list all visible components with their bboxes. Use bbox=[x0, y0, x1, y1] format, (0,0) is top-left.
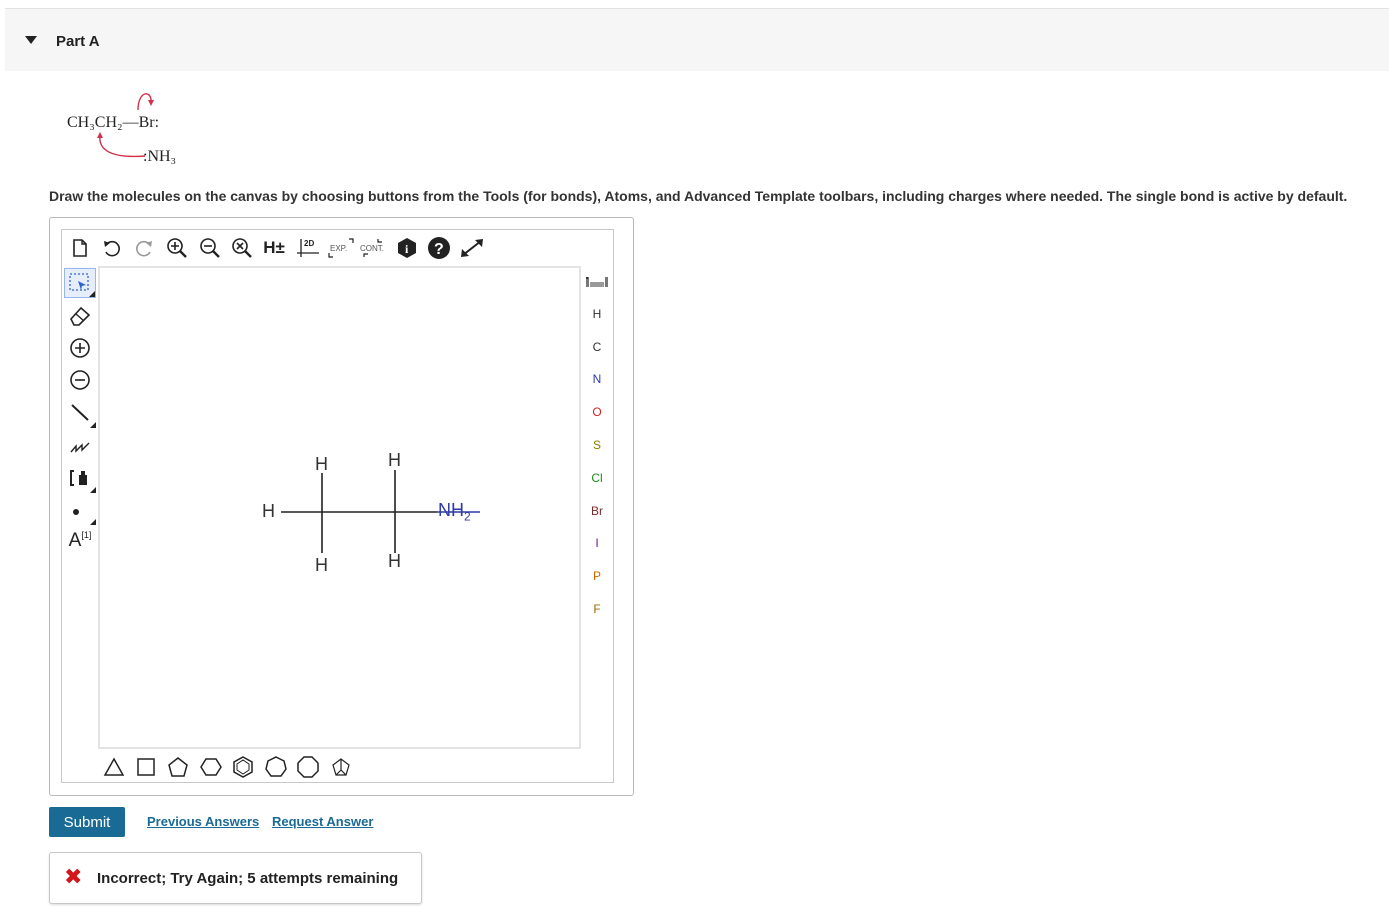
new-document-icon[interactable] bbox=[68, 236, 92, 260]
feedback-box: ✖ Incorrect; Try Again; 5 attempts remai… bbox=[49, 852, 422, 904]
atom-symbol: O bbox=[592, 405, 602, 419]
instructions-text: Draw the molecules on the canvas by choo… bbox=[49, 188, 1348, 204]
cyclobutane-template-icon[interactable] bbox=[135, 756, 157, 778]
select-tool[interactable] bbox=[64, 268, 96, 298]
negative-charge-icon[interactable] bbox=[64, 365, 96, 395]
nucleophile-formula: :NH₃ bbox=[143, 148, 177, 165]
atom-symbol: H bbox=[592, 307, 602, 321]
atom-label-h[interactable]: H bbox=[262, 501, 275, 522]
svg-text:EXP.: EXP. bbox=[330, 244, 347, 253]
atom-button-p[interactable]: P bbox=[581, 562, 613, 590]
atom-symbol: F bbox=[593, 602, 601, 616]
atom-button-f[interactable]: F bbox=[581, 595, 613, 623]
nh2-main-text: NH bbox=[438, 500, 464, 520]
tools-toolbar: A [1] bbox=[62, 266, 98, 746]
atom-label-h[interactable]: H bbox=[315, 454, 328, 475]
radical-tool[interactable] bbox=[64, 495, 96, 525]
atom-button-h[interactable]: H bbox=[581, 300, 613, 328]
curved-arrows-icon bbox=[97, 93, 154, 158]
atom-button-s[interactable]: S bbox=[581, 431, 613, 459]
redo-icon[interactable] bbox=[132, 236, 156, 260]
help-icon[interactable]: ? bbox=[426, 236, 452, 260]
atom-button-i[interactable]: I bbox=[581, 529, 613, 557]
atom-mapping-tool[interactable]: A [1] bbox=[64, 526, 96, 556]
template-toolbar bbox=[98, 750, 581, 782]
top-toolbar: H± 2D EXP. CONT. i ? bbox=[62, 230, 613, 266]
benzene-template-icon[interactable] bbox=[232, 756, 254, 778]
atoms-toolbar: H C N O S Cl Br I P F bbox=[581, 266, 613, 746]
svg-text:CONT.: CONT. bbox=[360, 244, 384, 253]
previous-answers-link[interactable]: Previous Answers bbox=[147, 814, 259, 829]
clean-2d-button[interactable]: 2D bbox=[295, 236, 321, 260]
eraser-icon[interactable] bbox=[64, 300, 96, 330]
atom-symbol: P bbox=[592, 569, 601, 583]
substrate-formula: CH₃CH₂—Br: bbox=[67, 114, 160, 131]
svg-text:2D: 2D bbox=[304, 239, 314, 248]
mechanism-figure: CH₃CH₂—Br: :NH₃ bbox=[60, 88, 200, 178]
positive-charge-icon[interactable] bbox=[64, 333, 96, 363]
molecule-bonds bbox=[281, 470, 480, 553]
atom-label-h[interactable]: H bbox=[388, 551, 401, 572]
atom-symbol: Br bbox=[591, 504, 603, 518]
atom-symbol: N bbox=[592, 372, 602, 386]
atom-button-br[interactable]: Br bbox=[581, 497, 613, 525]
part-title[interactable]: Part A bbox=[56, 33, 100, 50]
atom-symbol: S bbox=[592, 438, 601, 452]
svg-text:?: ? bbox=[434, 241, 444, 258]
submit-button[interactable]: Submit bbox=[49, 807, 125, 837]
incorrect-x-icon: ✖ bbox=[64, 864, 83, 889]
chain-tool[interactable] bbox=[64, 430, 96, 460]
atom-symbol: C bbox=[592, 340, 602, 354]
periodic-table-icon[interactable] bbox=[581, 268, 613, 296]
expand-button[interactable]: EXP. bbox=[327, 236, 355, 260]
atom-label-h[interactable]: H bbox=[315, 555, 328, 576]
atom-button-cl[interactable]: Cl bbox=[581, 464, 613, 492]
cyclopropane-template-icon[interactable] bbox=[103, 756, 125, 778]
bicyclic-template-icon[interactable] bbox=[330, 756, 352, 778]
toggle-hydrogens-button[interactable]: H± bbox=[260, 236, 288, 260]
nh2-subscript: 2 bbox=[464, 509, 471, 524]
atom-button-c[interactable]: C bbox=[581, 333, 613, 361]
cycloheptane-template-icon[interactable] bbox=[265, 756, 287, 778]
feedback-message: Incorrect; Try Again; 5 attempts remaini… bbox=[97, 870, 399, 887]
cyclopentane-template-icon[interactable] bbox=[167, 756, 189, 778]
contract-button[interactable]: CONT. bbox=[358, 236, 388, 260]
single-bond-tool[interactable] bbox=[64, 398, 96, 428]
request-answer-link[interactable]: Request Answer bbox=[272, 814, 373, 829]
zoom-out-icon[interactable] bbox=[197, 236, 223, 260]
info-icon[interactable]: i bbox=[395, 236, 419, 260]
atom-button-n[interactable]: N bbox=[581, 365, 613, 393]
fullscreen-icon[interactable] bbox=[458, 236, 486, 260]
drawing-canvas[interactable]: H H H H H NH2 bbox=[98, 266, 581, 749]
cyclohexane-template-icon[interactable] bbox=[200, 756, 222, 778]
editor-inner: H± 2D EXP. CONT. i ? A [1] H H H H H NH2… bbox=[61, 229, 614, 783]
part-header: Part A bbox=[5, 8, 1389, 71]
atom-label-h[interactable]: H bbox=[388, 450, 401, 471]
zoom-reset-icon[interactable] bbox=[229, 236, 255, 260]
cyclooctane-template-icon[interactable] bbox=[297, 756, 319, 778]
atom-symbol: I bbox=[595, 536, 599, 550]
zoom-in-icon[interactable] bbox=[164, 236, 190, 260]
sgroup-bracket-tool[interactable] bbox=[64, 463, 96, 493]
undo-icon[interactable] bbox=[100, 236, 124, 260]
collapse-triangle-icon[interactable] bbox=[25, 36, 37, 44]
molecule-editor: H± 2D EXP. CONT. i ? A [1] H H H H H NH2… bbox=[49, 217, 634, 796]
atom-button-o[interactable]: O bbox=[581, 398, 613, 426]
atom-symbol: Cl bbox=[591, 471, 603, 485]
atom-label-nh2[interactable]: NH2 bbox=[438, 500, 471, 524]
